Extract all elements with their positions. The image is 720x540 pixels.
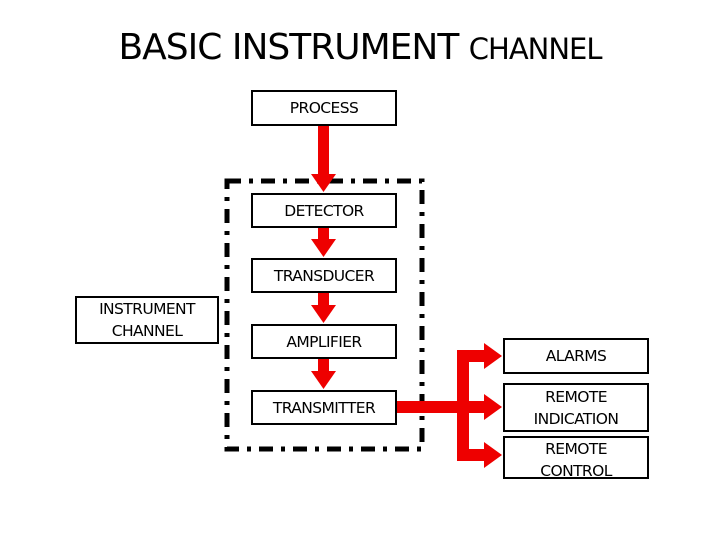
- remote-control-line1: REMOTE: [545, 440, 607, 458]
- remote-control-box: REMOTE CONTROL: [503, 436, 649, 479]
- remote-indication-line1: REMOTE: [545, 387, 607, 406]
- instrument-channel-label-box: INSTRUMENT CHANNEL: [75, 296, 219, 344]
- amplifier-label: AMPLIFIER: [286, 332, 362, 351]
- transmitter-box: TRANSMITTER: [251, 390, 397, 425]
- transducer-box: TRANSDUCER: [251, 258, 397, 293]
- remote-indication-box: REMOTE INDICATION: [503, 383, 649, 432]
- arrow-amplifier-to-transmitter: [311, 358, 336, 389]
- process-box: PROCESS: [251, 90, 397, 126]
- alarms-label: ALARMS: [545, 347, 607, 365]
- instrument-channel-line1: INSTRUMENT: [99, 300, 195, 318]
- remote-indication-line2: INDICATION: [533, 409, 619, 428]
- instrument-channel-line2: CHANNEL: [111, 322, 183, 340]
- remote-control-line2: CONTROL: [540, 462, 612, 479]
- detector-label: DETECTOR: [284, 201, 364, 220]
- amplifier-box: AMPLIFIER: [251, 324, 397, 359]
- arrow-detector-to-transducer: [311, 227, 336, 257]
- detector-box: DETECTOR: [251, 193, 397, 228]
- process-label: PROCESS: [289, 99, 359, 117]
- arrow-transducer-to-amplifier: [311, 292, 336, 323]
- transducer-label: TRANSDUCER: [273, 266, 375, 285]
- alarms-box: ALARMS: [503, 338, 649, 374]
- transmitter-label: TRANSMITTER: [272, 398, 376, 417]
